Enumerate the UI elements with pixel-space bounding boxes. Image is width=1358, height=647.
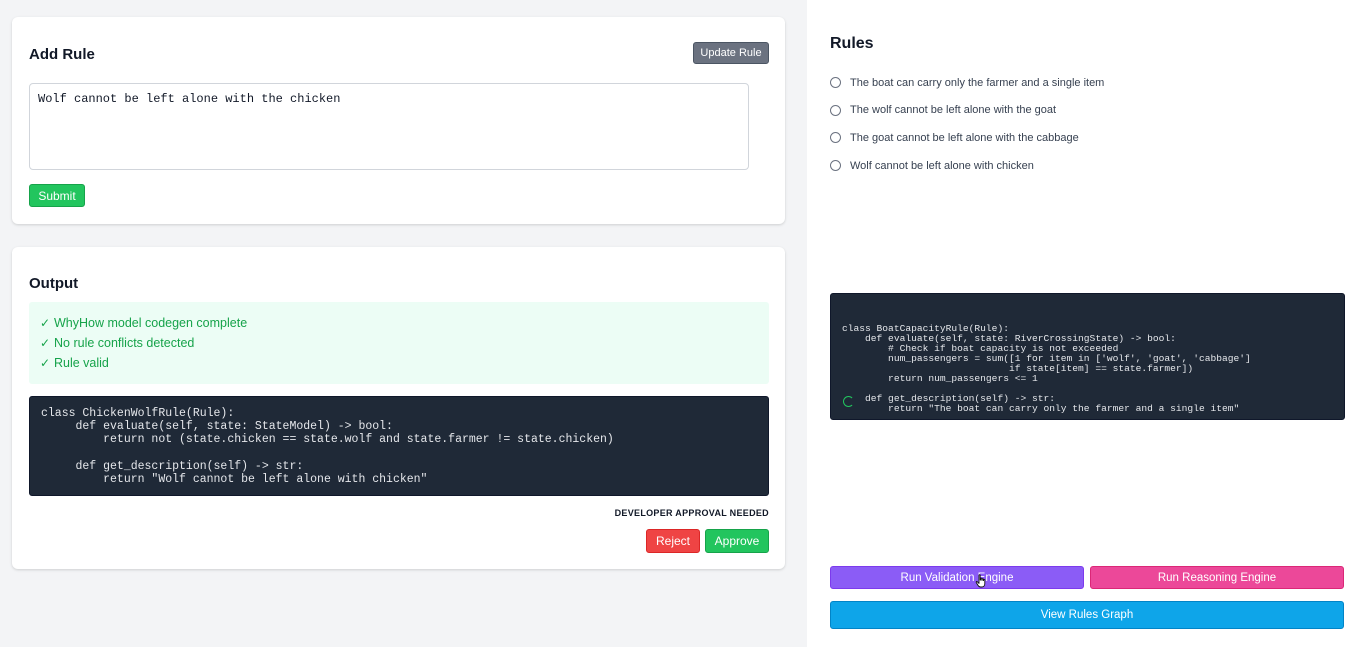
status-line: ✓ Rule valid	[40, 353, 758, 373]
radio-icon[interactable]	[830, 104, 841, 116]
rule-item[interactable]: The wolf cannot be left alone with the g…	[830, 97, 1104, 125]
status-text: No rule conflicts detected	[54, 336, 195, 350]
status-line: ✓ No rule conflicts detected	[40, 333, 758, 353]
reject-button[interactable]: Reject	[646, 529, 700, 553]
add-rule-title: Add Rule	[29, 46, 95, 63]
rules-list: The boat can carry only the farmer and a…	[830, 69, 1104, 179]
generated-code-block: class ChickenWolfRule(Rule): def evaluat…	[29, 396, 769, 496]
check-icon: ✓	[40, 356, 51, 370]
radio-icon[interactable]	[830, 77, 841, 89]
rule-item[interactable]: Wolf cannot be left alone with chicken	[830, 152, 1104, 180]
view-rules-graph-button[interactable]: View Rules Graph	[830, 601, 1344, 629]
rules-panel: Rules The boat can carry only the farmer…	[807, 0, 1358, 647]
rule-input[interactable]	[29, 83, 749, 170]
check-icon: ✓	[40, 316, 51, 330]
rule-item[interactable]: The goat cannot be left alone with the c…	[830, 124, 1104, 152]
status-text: WhyHow model codegen complete	[54, 316, 248, 330]
hand-cursor-icon	[975, 574, 986, 588]
update-rule-button[interactable]: Update Rule	[693, 42, 769, 64]
status-box: ✓ WhyHow model codegen complete ✓ No rul…	[29, 302, 769, 384]
rule-item-label: The wolf cannot be left alone with the g…	[850, 104, 1057, 117]
rules-title: Rules	[830, 35, 874, 52]
rule-code-text: class BoatCapacityRule(Rule): def evalua…	[842, 323, 1251, 414]
check-icon: ✓	[40, 336, 51, 350]
radio-icon[interactable]	[830, 160, 841, 172]
rule-item-label: The goat cannot be left alone with the c…	[850, 131, 1079, 144]
add-rule-card: Add Rule Update Rule Submit	[12, 17, 785, 224]
submit-button[interactable]: Submit	[29, 184, 85, 207]
status-line: ✓ WhyHow model codegen complete	[40, 313, 758, 333]
rule-code-block: class BoatCapacityRule(Rule): def evalua…	[830, 293, 1345, 420]
approval-note: DEVELOPER APPROVAL NEEDED	[614, 508, 769, 518]
rule-item-label: Wolf cannot be left alone with chicken	[850, 159, 1034, 172]
rule-item-label: The boat can carry only the farmer and a…	[850, 76, 1105, 89]
output-title: Output	[29, 275, 79, 292]
loading-spinner-icon	[843, 396, 854, 407]
approve-button[interactable]: Approve	[705, 529, 769, 553]
run-reasoning-engine-button[interactable]: Run Reasoning Engine	[1090, 566, 1344, 589]
rule-item[interactable]: The boat can carry only the farmer and a…	[830, 69, 1104, 97]
radio-icon[interactable]	[830, 132, 841, 144]
run-validation-engine-button[interactable]: Run Validation Engine	[830, 566, 1084, 589]
status-text: Rule valid	[54, 356, 109, 370]
output-card: Output ✓ WhyHow model codegen complete ✓…	[12, 247, 785, 569]
